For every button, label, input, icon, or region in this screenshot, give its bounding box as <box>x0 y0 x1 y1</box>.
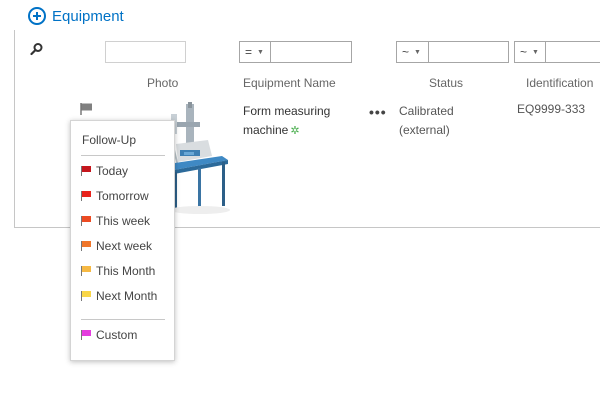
follow-up-this-month[interactable]: This Month <box>81 261 171 281</box>
equipment-name-link[interactable]: Form measuring machine ✲ <box>243 102 330 141</box>
id-filter-operator[interactable]: ~ ▼ <box>514 41 546 63</box>
chevron-down-icon: ▼ <box>257 48 264 56</box>
status-line1: Calibrated <box>399 104 454 118</box>
follow-up-tomorrow[interactable]: Tomorrow <box>81 186 171 206</box>
follow-up-custom-label: Custom <box>96 328 138 342</box>
follow-up-today-label: Today <box>96 164 129 178</box>
photo-filter-input[interactable] <box>105 41 186 63</box>
name-filter-operator[interactable]: = ▼ <box>239 41 271 63</box>
add-circle-icon <box>28 7 46 25</box>
search-icon[interactable] <box>30 42 44 56</box>
equipment-name-line1: Form measuring <box>243 104 331 118</box>
name-operator-value: = <box>245 45 253 59</box>
follow-up-next-week[interactable]: Next week <box>81 236 171 256</box>
id-operator-value: ~ <box>520 45 528 59</box>
yellow-flag-icon <box>81 291 92 301</box>
follow-up-menu-title: Follow-Up <box>82 133 137 147</box>
menu-divider <box>81 319 165 320</box>
red-flag-icon <box>81 166 92 176</box>
chevron-down-icon: ▼ <box>532 48 539 56</box>
status-cell: Calibrated (external) <box>399 102 454 140</box>
status-line2: (external) <box>399 123 450 137</box>
status-filter-input[interactable] <box>428 41 509 63</box>
menu-divider <box>81 155 165 156</box>
status-filter-operator[interactable]: ~ ▼ <box>396 41 429 63</box>
orange-flag-icon <box>81 241 92 251</box>
new-item-icon: ✲ <box>290 125 300 137</box>
follow-up-next-week-label: Next week <box>96 239 153 253</box>
new-equipment-label: Equipment <box>52 7 124 25</box>
identification-cell: EQ9999-333 <box>517 102 586 116</box>
id-filter-input[interactable] <box>545 41 600 63</box>
column-header-status[interactable]: Status <box>429 76 463 90</box>
follow-up-this-week[interactable]: This week <box>81 211 171 231</box>
name-filter-input[interactable] <box>270 41 352 63</box>
follow-up-custom[interactable]: Custom <box>81 325 171 345</box>
chevron-down-icon: ▼ <box>414 48 421 56</box>
orange-red-flag-icon <box>81 216 92 226</box>
follow-up-tomorrow-label: Tomorrow <box>96 189 149 203</box>
column-header-equipment-name[interactable]: Equipment Name <box>243 76 336 90</box>
follow-up-next-month-label: Next Month <box>96 289 158 303</box>
follow-up-today[interactable]: Today <box>81 161 171 181</box>
follow-up-this-week-label: This week <box>96 214 151 228</box>
column-header-identification[interactable]: Identification <box>526 76 593 90</box>
status-operator-value: ~ <box>402 45 410 59</box>
follow-up-this-month-label: This Month <box>96 264 156 278</box>
red-flag-icon <box>81 191 92 201</box>
follow-up-flag-icon[interactable] <box>80 103 94 115</box>
column-header-photo[interactable]: Photo <box>147 76 178 90</box>
new-equipment-button[interactable]: Equipment <box>28 5 124 27</box>
item-menu-ellipsis-button[interactable]: ••• <box>369 104 387 120</box>
follow-up-next-month[interactable]: Next Month <box>81 286 171 306</box>
equipment-name-line2: machine <box>243 123 289 137</box>
light-orange-flag-icon <box>81 266 92 276</box>
follow-up-menu: Follow-Up Today Tomorrow This week Next … <box>70 120 175 361</box>
magenta-flag-icon <box>81 330 92 340</box>
